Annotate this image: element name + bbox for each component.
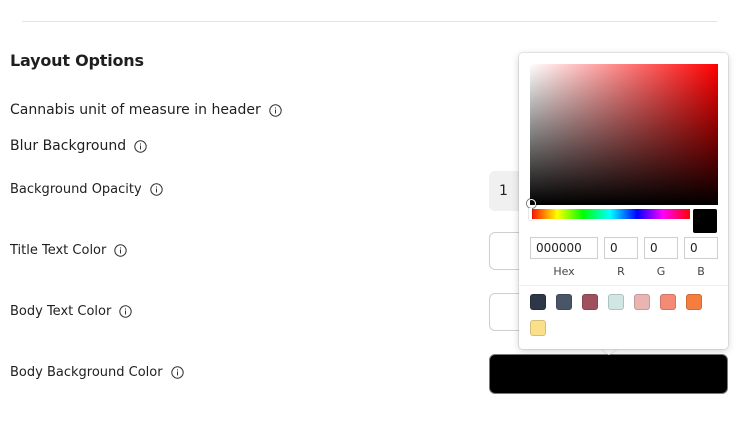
preset-swatch[interactable] (530, 294, 546, 310)
g-label: G (656, 265, 666, 278)
saturation-pointer[interactable] (527, 199, 536, 208)
row-unit-of-measure: Cannabis unit of measure in header (10, 102, 282, 118)
row-background-opacity: Background Opacity (10, 182, 163, 197)
row-label: Title Text Color (10, 243, 107, 258)
picker-arrow (601, 348, 617, 355)
body-background-color-swatch[interactable] (489, 354, 728, 394)
b-input[interactable]: 0 (684, 237, 718, 259)
info-icon[interactable] (134, 139, 147, 153)
hue-slider[interactable] (530, 209, 690, 219)
info-icon[interactable] (170, 366, 184, 379)
info-icon[interactable] (119, 305, 133, 318)
preset-swatch[interactable] (634, 294, 650, 310)
preset-divider (519, 285, 728, 286)
info-icon[interactable] (269, 103, 282, 117)
color-picker-popover: 000000 0 0 0 Hex R G B (519, 53, 728, 349)
current-color-preview (693, 209, 717, 233)
preset-swatch[interactable] (530, 320, 546, 336)
b-label: B (697, 265, 705, 278)
preset-swatch[interactable] (660, 294, 676, 310)
info-icon[interactable] (114, 244, 128, 257)
row-label: Body Text Color (10, 304, 112, 319)
section-title: Layout Options (10, 51, 144, 70)
row-blur-background: Blur Background (10, 138, 147, 154)
row-label: Cannabis unit of measure in header (10, 102, 261, 118)
hex-label: Hex (553, 265, 575, 278)
preset-swatch[interactable] (608, 294, 624, 310)
hue-slider-handle[interactable] (529, 208, 532, 220)
row-label: Blur Background (10, 138, 127, 154)
r-input[interactable]: 0 (604, 237, 638, 259)
info-icon[interactable] (150, 183, 163, 196)
row-label: Background Opacity (10, 182, 142, 197)
row-title-text-color: Title Text Color (10, 243, 128, 258)
row-body-background-color: Body Background Color (10, 365, 184, 380)
preset-swatch[interactable] (582, 294, 598, 310)
preset-swatch[interactable] (686, 294, 702, 310)
hex-input[interactable]: 000000 (530, 237, 598, 259)
g-input[interactable]: 0 (644, 237, 678, 259)
saturation-area[interactable] (530, 64, 718, 205)
preset-swatch[interactable] (556, 294, 572, 310)
top-divider (22, 21, 717, 22)
r-label: R (617, 265, 625, 278)
row-label: Body Background Color (10, 365, 163, 380)
row-body-text-color: Body Text Color (10, 304, 133, 319)
